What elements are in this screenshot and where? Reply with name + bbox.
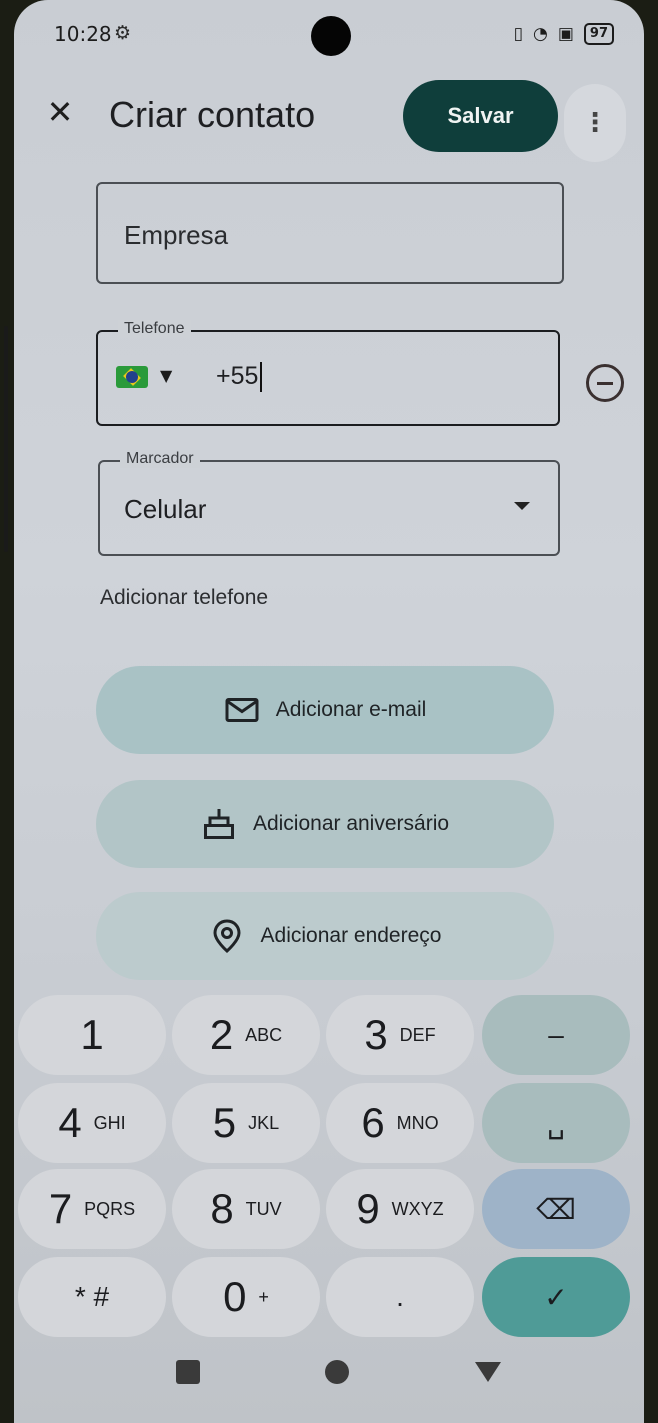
phone-field-value: +55 [216,362,263,393]
more-options-button[interactable]: ⋮ [564,84,626,162]
label-field-legend: Marcador [120,450,200,468]
numeric-keypad: 1 2 ABC 3 DEF – 4 GHI 5 JKL 6 MNO ␣ 7 PQRS 8 TU… [14,985,644,1345]
camera-cutout [311,16,351,56]
more-vert-icon: ⋮ [582,108,608,138]
mail-icon [225,698,259,722]
settings-notification-icon: ⚙ [114,22,132,44]
key-9-letters: WXYZ [391,1198,444,1219]
phone-frame: 10:28 ⚙ ▯ ◔ ▣ 97 ✕ Criar contato Salvar … [0,0,658,1423]
add-email-button[interactable]: Adicionar e-mail [96,666,554,754]
key-2-digit: 2 [209,1011,234,1058]
key-0-digit: 0 [223,1273,247,1320]
key-8-digit: 8 [210,1185,234,1232]
key-5-digit: 5 [212,1099,237,1146]
key-symbols[interactable]: * # [18,1257,166,1337]
add-address-button[interactable]: Adicionar endereço [96,892,554,980]
label-dropdown[interactable]: Marcador Celular [98,450,560,556]
close-icon: ✕ [46,93,74,131]
wifi-icon: ◔ [533,24,548,44]
key-space[interactable]: ␣ [482,1083,630,1163]
close-button[interactable]: ✕ [40,92,80,132]
recents-button[interactable] [162,1340,214,1404]
text-caret [260,362,263,393]
nfc-icon: ▯ [513,24,523,44]
add-birthday-button[interactable]: Adicionar aniversário [96,780,554,868]
key-6-letters: MNO [396,1112,439,1133]
checkmark-icon: ✓ [544,1281,568,1313]
phone-field[interactable]: Telefone ▼ +55 [96,320,560,426]
backspace-icon: ⌫ [536,1193,576,1225]
key-1-digit: 1 [80,1011,104,1058]
key-backspace[interactable]: ⌫ [482,1169,630,1249]
key-8[interactable]: 8 TUV [172,1169,320,1249]
key-1[interactable]: 1 [18,995,166,1075]
key-7[interactable]: 7 PQRS [18,1169,166,1249]
key-4-letters: GHI [93,1112,126,1133]
signal-x-icon: ▣ [557,24,574,44]
remove-phone-button[interactable] [586,364,624,402]
key-minus[interactable]: – [482,995,630,1075]
country-dropdown-icon[interactable]: ▼ [160,366,172,385]
key-3-digit: 3 [364,1011,388,1058]
key-5-letters: JKL [248,1112,280,1133]
key-3-letters: DEF [399,1024,436,1045]
space-icon: ␣ [547,1107,565,1139]
key-7-letters: PQRS [84,1198,136,1219]
key-2-letters: ABC [245,1024,283,1045]
phone-field-legend: Telefone [118,320,191,338]
key-0-letters: + [258,1286,269,1307]
battery-icon: 97 [583,23,614,45]
screen: 10:28 ⚙ ▯ ◔ ▣ 97 ✕ Criar contato Salvar … [14,0,644,1423]
key-8-letters: TUV [245,1198,282,1219]
add-email-label: Adicionar e-mail [275,698,427,721]
key-6[interactable]: 6 MNO [326,1083,474,1163]
cake-icon [203,809,234,839]
page-title: Criar contato [109,94,316,135]
key-6-digit: 6 [361,1099,385,1146]
status-icons: ▯ ◔ ▣ 97 [514,23,614,45]
back-button[interactable] [464,1340,512,1404]
add-address-label: Adicionar endereço [260,924,442,947]
brazil-flag-icon[interactable] [116,366,148,388]
status-time: 10:28 [54,22,112,46]
key-5[interactable]: 5 JKL [172,1083,320,1163]
key-2[interactable]: 2 ABC [172,995,320,1075]
key-symbols-label: * # [74,1281,110,1312]
status-bar: 10:28 ⚙ ▯ ◔ ▣ 97 [14,16,644,56]
key-0[interactable]: 0 + [172,1257,320,1337]
home-button[interactable] [314,1340,360,1404]
key-4-digit: 4 [58,1099,82,1146]
key-9-digit: 9 [356,1185,380,1232]
company-field[interactable]: Empresa [96,182,564,284]
dropdown-arrow-icon [514,502,530,510]
key-dot-symbol: . [396,1281,404,1312]
key-done[interactable]: ✓ [482,1257,630,1337]
key-4[interactable]: 4 GHI [18,1083,166,1163]
label-field-value: Celular [124,494,207,524]
add-birthday-label: Adicionar aniversário [252,812,450,835]
save-button[interactable]: Salvar [403,80,558,152]
phone-value-text: +55 [216,362,259,390]
edge-indicator [4,326,8,552]
location-pin-icon [213,919,241,953]
add-phone-button[interactable]: Adicionar telefone [100,586,268,610]
key-7-digit: 7 [48,1185,73,1232]
key-3[interactable]: 3 DEF [326,995,474,1075]
company-field-value: Empresa [124,220,229,250]
key-9[interactable]: 9 WXYZ [326,1169,474,1249]
key-dot[interactable]: . [326,1257,474,1337]
key-minus-symbol: – [548,1019,564,1050]
